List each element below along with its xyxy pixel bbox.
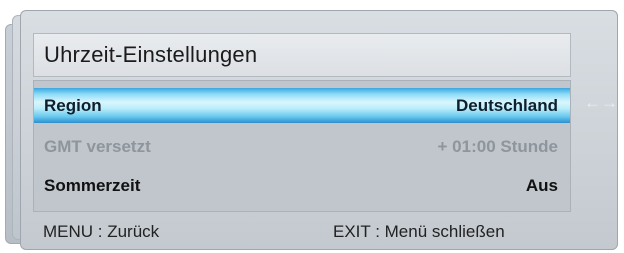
page-title: Uhrzeit-Einstellungen (44, 42, 258, 67)
setting-value-region: Deutschland (455, 96, 558, 115)
setting-row-gmt-offset: GMT versetzt + 01:00 Stunde (34, 129, 570, 163)
setting-row-region[interactable]: Region Deutschland (34, 88, 570, 123)
left-right-arrow-icon: ←→ (584, 93, 618, 112)
exit-close-hint: EXIT : Menü schließen (333, 222, 505, 241)
settings-list: Region Deutschland GMT versetzt + 01:00 … (33, 80, 571, 212)
setting-label-region: Region (44, 96, 102, 115)
setting-label-daylight-saving: Sommerzeit (44, 176, 141, 195)
setting-row-daylight-saving[interactable]: Sommerzeit Aus (34, 168, 570, 202)
setting-value-gmt-offset: + 01:00 Stunde (437, 137, 558, 156)
menu-back-hint: MENU : Zurück (43, 222, 160, 241)
footer-hints: MENU : Zurück EXIT : Menü schließen (33, 222, 593, 248)
setting-label-gmt-offset: GMT versetzt (44, 137, 151, 156)
setting-value-daylight-saving: Aus (525, 176, 558, 195)
title-bar: Uhrzeit-Einstellungen (33, 33, 571, 77)
